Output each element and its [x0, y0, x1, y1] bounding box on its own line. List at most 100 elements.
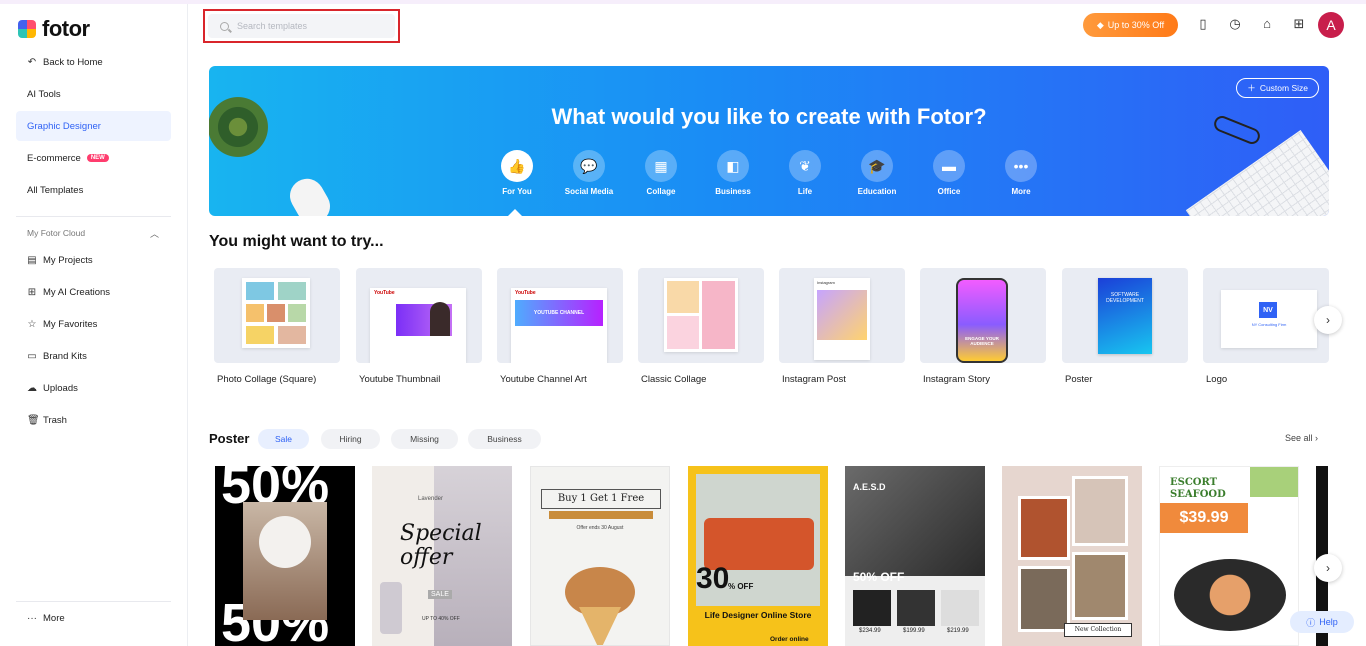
- search-icon: [220, 21, 229, 31]
- poster-card[interactable]: Buy 1 Get 1 Free Offer ends 30 August: [530, 466, 670, 646]
- poster-subtext: Offer ends 30 August: [576, 525, 624, 531]
- template-card-youtube-thumbnail[interactable]: YouTube Youtube Thumbnail: [356, 268, 482, 385]
- youtube-label: YouTube: [374, 290, 395, 296]
- mobile-icon[interactable]: ▯: [1195, 16, 1211, 32]
- chip-missing[interactable]: Missing: [391, 429, 458, 449]
- template-card-instagram-post[interactable]: Instagram Instagram Post: [779, 268, 905, 385]
- more-dots-icon: ···: [27, 612, 37, 624]
- category-business[interactable]: ◧ Business: [703, 150, 763, 196]
- template-card-photo-collage[interactable]: Photo Collage (Square): [214, 268, 340, 385]
- collage-icon: ▦: [645, 150, 677, 182]
- logo-mark-text: NV: [1259, 302, 1277, 318]
- back-to-home-label: Back to Home: [43, 56, 103, 68]
- more-label: More: [43, 612, 65, 624]
- custom-size-button[interactable]: ＋ Custom Size: [1236, 78, 1319, 98]
- category-label: More: [1011, 187, 1031, 196]
- sidebar-item-label: All Templates: [27, 184, 84, 196]
- category-collage[interactable]: ▦ Collage: [631, 150, 691, 196]
- sidebar-item-graphic-designer[interactable]: Graphic Designer: [16, 111, 171, 141]
- card-label: Poster: [1065, 374, 1093, 385]
- avatar[interactable]: A: [1318, 12, 1344, 38]
- poster-cta: Order online: [770, 636, 809, 643]
- custom-size-label: Custom Size: [1259, 83, 1308, 93]
- card-label: Instagram Story: [923, 374, 991, 385]
- promo-label: Up to 30% Off: [1107, 20, 1165, 30]
- category-life[interactable]: ❦ Life: [775, 150, 835, 196]
- leaf-icon: ❦: [789, 150, 821, 182]
- category-label: Social Media: [564, 187, 614, 196]
- sidebar-item-ai-tools[interactable]: AI Tools: [16, 79, 171, 109]
- poster-card[interactable]: New Collection: [1002, 466, 1142, 646]
- category-office[interactable]: ▬ Office: [919, 150, 979, 196]
- sidebar-item-trash[interactable]: 🗑 Trash: [16, 405, 171, 435]
- sidebar-item-label: Brand Kits: [43, 350, 87, 362]
- template-card-logo[interactable]: NV NY Consulting Firm Logo: [1203, 268, 1329, 385]
- sidebar-divider: [16, 216, 171, 217]
- chip-business[interactable]: Business: [468, 429, 541, 449]
- top-accent-line: [0, 0, 1366, 4]
- poster-percent: % OFF: [728, 582, 754, 591]
- sidebar-item-label: My AI Creations: [43, 286, 111, 298]
- try-section-title: You might want to try...: [209, 233, 384, 250]
- poster-card[interactable]: Lavender Special offer SALE UP TO 40% OF…: [372, 466, 512, 646]
- sidebar-item-label: AI Tools: [27, 88, 61, 100]
- category-label: Collage: [646, 187, 676, 196]
- back-to-home-link[interactable]: ↶ Back to Home: [16, 47, 171, 77]
- fotor-logo[interactable]: fotor: [18, 16, 90, 42]
- category-social-media[interactable]: 💬 Social Media: [559, 150, 619, 196]
- diamond-icon: ◆: [1096, 19, 1104, 30]
- chip-hiring[interactable]: Hiring: [321, 429, 380, 449]
- template-card-poster[interactable]: SOFTWARE DEVELOPMENT Poster: [1062, 268, 1188, 385]
- sidebar-item-brand-kits[interactable]: ▭ Brand Kits: [16, 341, 171, 371]
- template-card-youtube-channel-art[interactable]: YouTube YOUTUBE CHANNEL Youtube Channel …: [497, 268, 623, 385]
- help-button[interactable]: ⓘ Help: [1290, 611, 1354, 633]
- sidebar-more-button[interactable]: ··· More: [16, 603, 171, 633]
- business-icon: ◧: [717, 150, 749, 182]
- sidebar-item-my-favorites[interactable]: ☆ My Favorites: [16, 309, 171, 339]
- sidebar-item-my-projects[interactable]: ▤ My Projects: [16, 245, 171, 275]
- sidebar-item-label: My Projects: [43, 254, 93, 266]
- card-label: Photo Collage (Square): [217, 374, 317, 385]
- sidebar-item-uploads[interactable]: ☁ Uploads: [16, 373, 171, 403]
- poster-headline: ESCORT SEAFOOD: [1170, 477, 1226, 500]
- poster-card[interactable]: A.E.S.D 50% OFF $234.99 $199.99 $219.99: [845, 466, 985, 646]
- poster-next-button[interactable]: ›: [1314, 554, 1342, 582]
- category-education[interactable]: 🎓 Education: [847, 150, 907, 196]
- logo-sub-text: NY Consulting Firm: [1251, 322, 1287, 327]
- channel-art-text: YOUTUBE CHANNEL: [515, 300, 603, 326]
- sidebar-item-label: E-commerce: [27, 152, 81, 164]
- poster-card[interactable]: ESCORT SEAFOOD $39.99: [1159, 466, 1299, 646]
- template-card-classic-collage[interactable]: Classic Collage: [638, 268, 764, 385]
- see-all-link[interactable]: See all ›: [1285, 433, 1318, 443]
- poster-card[interactable]: 50% 50%: [215, 466, 355, 646]
- category-for-you[interactable]: 👍 For You: [487, 150, 547, 196]
- category-label: Business: [715, 187, 751, 196]
- sidebar-item-e-commerce[interactable]: E-commerce NEW: [16, 143, 171, 173]
- see-all-label: See all: [1285, 433, 1313, 443]
- history-icon[interactable]: ◷: [1227, 16, 1243, 32]
- youtube-label: YouTube: [515, 290, 536, 296]
- apps-grid-icon[interactable]: ⊞: [1291, 16, 1307, 32]
- try-next-button[interactable]: ›: [1314, 306, 1342, 334]
- poster-big-number: 30: [696, 562, 730, 595]
- promo-button[interactable]: ◆ Up to 30% Off: [1083, 13, 1178, 37]
- back-arrow-icon: ↶: [27, 56, 37, 68]
- poster-section-title: Poster: [209, 431, 250, 446]
- card-label: Youtube Channel Art: [500, 374, 587, 385]
- category-more[interactable]: ••• More: [991, 150, 1051, 196]
- sidebar-item-my-ai-creations[interactable]: ⊞ My AI Creations: [16, 277, 171, 307]
- card-thumbnail: [214, 268, 340, 363]
- chip-sale[interactable]: Sale: [258, 429, 309, 449]
- sidebar-item-all-templates[interactable]: All Templates: [16, 175, 171, 205]
- sidebar-item-label: My Favorites: [43, 318, 98, 330]
- poster-store-name: Life Designer Online Store: [704, 610, 812, 620]
- card-thumbnail: Instagram: [779, 268, 905, 363]
- sidebar: fotor ↶ Back to Home AI Tools Graphic De…: [0, 4, 188, 646]
- search-placeholder: Search templates: [237, 21, 308, 31]
- collapse-chevron-icon[interactable]: ︿: [150, 227, 159, 240]
- template-card-instagram-story[interactable]: ENGAGE YOUR AUDIENCE Instagram Story: [920, 268, 1046, 385]
- poster-card[interactable]: 30 % OFF Life Designer Online Store Orde…: [688, 466, 828, 646]
- search-input[interactable]: Search templates: [208, 14, 395, 38]
- card-label: Classic Collage: [641, 374, 707, 385]
- gift-icon[interactable]: ⌂: [1259, 16, 1275, 32]
